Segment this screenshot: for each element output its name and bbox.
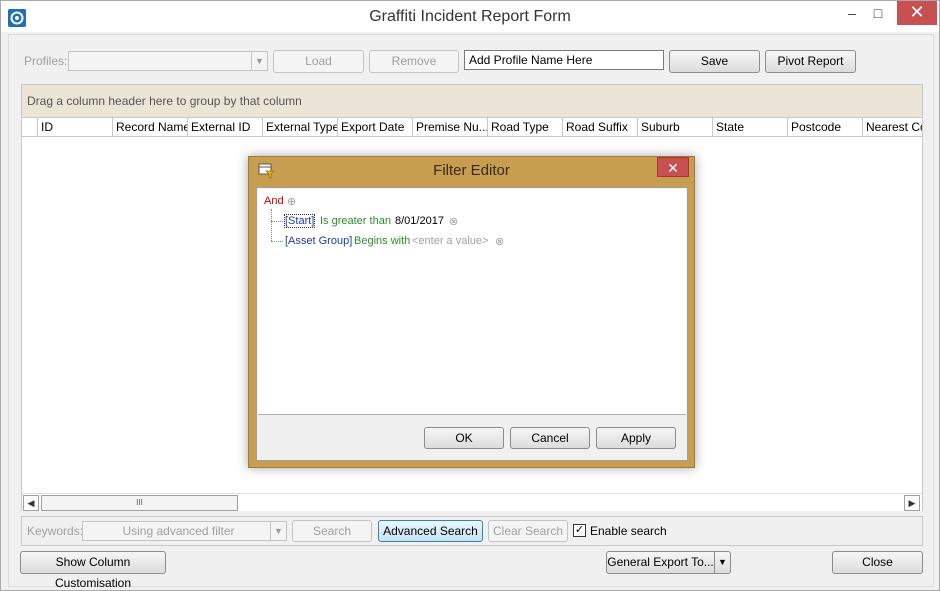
scroll-thumb[interactable]: III — [41, 495, 238, 511]
apply-button[interactable]: Apply — [596, 427, 676, 449]
column-header[interactable]: External Type — [263, 118, 338, 136]
column-header[interactable]: Suburb — [638, 118, 713, 136]
remove-condition-icon[interactable]: ⊗ — [495, 235, 504, 248]
tree-connector — [271, 221, 283, 222]
clear-search-button[interactable]: Clear Search — [488, 520, 568, 542]
condition-1-field[interactable]: [Start] — [284, 214, 316, 228]
dialog-body: And ⊕ [Start] Is greater than 8/01/2017 … — [256, 187, 688, 461]
column-headers: ID Record Name External ID External Type Exp… — [22, 117, 922, 137]
advanced-search-button[interactable]: Advanced Search — [378, 520, 483, 542]
condition-2-field[interactable]: [Asset Group] — [285, 235, 352, 247]
filter-tree: And ⊕ [Start] Is greater than 8/01/2017 … — [258, 189, 686, 415]
tree-connector — [271, 241, 283, 242]
condition-2-operator[interactable]: Begins with — [354, 235, 410, 247]
add-condition-icon[interactable]: ⊕ — [287, 195, 296, 208]
load-button[interactable]: Load — [273, 50, 364, 73]
keywords-label: Keywords: — [27, 524, 84, 538]
group-operator[interactable]: And — [264, 195, 284, 207]
chevron-down-icon: ▼ — [251, 52, 267, 70]
column-header[interactable]: Record Name — [113, 118, 188, 136]
enable-search-label: Enable search — [590, 524, 667, 538]
close-window-button[interactable]: ✕ — [897, 1, 937, 25]
title-bar: Graffiti Incident Report Form ‒ □ ✕ — [1, 1, 939, 32]
profiles-dropdown[interactable]: ▼ — [68, 51, 268, 71]
group-by-panel[interactable]: Drag a column header here to group by th… — [22, 85, 922, 117]
column-header[interactable]: Road Suffix — [563, 118, 638, 136]
tree-connector — [271, 209, 272, 241]
chevron-down-icon: ▼ — [270, 522, 286, 540]
column-header[interactable]: Road Type — [488, 118, 563, 136]
general-export-button[interactable]: General Export To... — [606, 551, 715, 574]
dialog-title: Filter Editor — [433, 162, 510, 179]
cancel-button[interactable]: Cancel — [510, 427, 590, 449]
close-button[interactable]: Close — [832, 551, 923, 574]
column-header[interactable]: External ID — [188, 118, 263, 136]
scroll-left-icon[interactable]: ◀ — [23, 495, 39, 511]
window-title: Graffiti Incident Report Form — [369, 8, 571, 25]
pivot-report-button[interactable]: Pivot Report — [765, 50, 856, 73]
filter-editor-dialog: Filter Editor ✕ And ⊕ [Start] Is greater… — [248, 156, 695, 468]
remove-condition-icon[interactable]: ⊗ — [449, 215, 458, 228]
show-column-customisation-button[interactable]: Show Column Customisation — [20, 551, 166, 590]
search-button[interactable]: Search — [292, 520, 372, 542]
column-header[interactable]: Export Date — [338, 118, 413, 136]
dialog-close-button[interactable]: ✕ — [657, 157, 689, 177]
column-header[interactable]: Postcode — [788, 118, 863, 136]
ok-button[interactable]: OK — [424, 427, 504, 449]
condition-2-value[interactable]: <enter a value> — [412, 235, 488, 247]
column-header[interactable]: State — [713, 118, 788, 136]
scroll-right-icon[interactable]: ▶ — [904, 495, 920, 511]
profile-name-input[interactable]: Add Profile Name Here — [464, 50, 664, 70]
remove-button[interactable]: Remove — [369, 50, 459, 73]
condition-1-value[interactable]: 8/01/2017 — [395, 215, 444, 227]
column-header[interactable]: ID — [38, 118, 113, 136]
search-panel: Keywords: Using advanced filter ▼ Search… — [21, 516, 923, 546]
enable-search-checkbox[interactable]: ✓ — [573, 524, 586, 537]
row-indicator-header — [22, 118, 38, 136]
maximize-button[interactable]: □ — [863, 1, 893, 25]
keywords-value: Using advanced filter — [122, 524, 235, 538]
horizontal-scrollbar[interactable]: ◀ III ▶ — [22, 493, 922, 511]
save-button[interactable]: Save — [669, 50, 760, 73]
condition-1-operator[interactable]: Is greater than — [320, 215, 391, 227]
profiles-label: Profiles: — [24, 54, 68, 68]
keywords-dropdown[interactable]: Using advanced filter ▼ — [82, 521, 287, 541]
column-header[interactable]: Premise Nu... — [413, 118, 488, 136]
export-dropdown-chevron-icon[interactable]: ▼ — [714, 551, 731, 574]
column-header[interactable]: Nearest Co — [863, 118, 922, 136]
